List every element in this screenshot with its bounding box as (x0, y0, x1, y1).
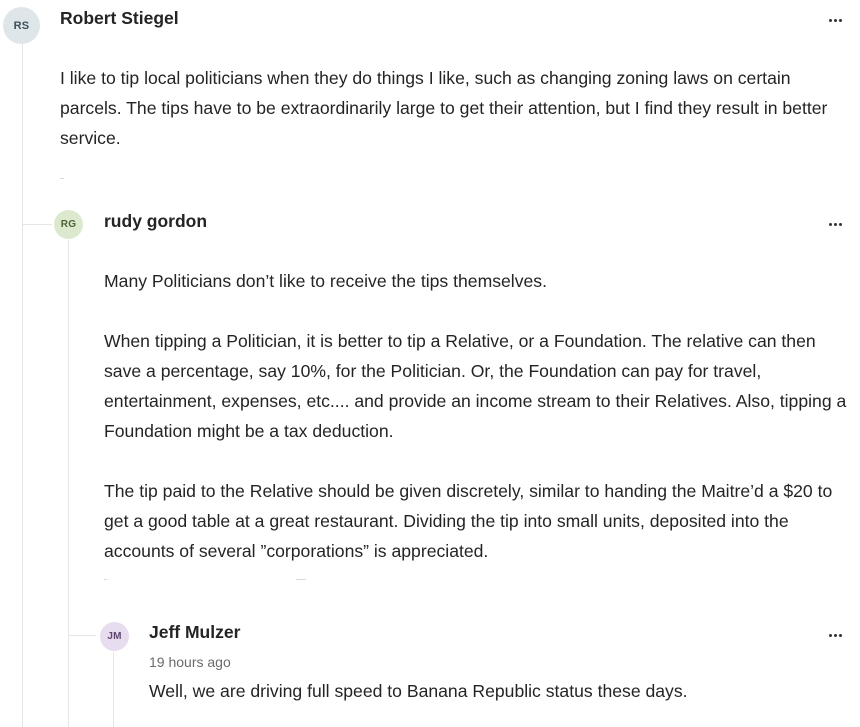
thread-line-level-3 (113, 652, 114, 727)
comment-paragraph: I like to tip local politicians when the… (60, 68, 828, 148)
comment-timestamp[interactable]: 19 hours ago (149, 654, 231, 670)
divider (60, 178, 64, 179)
more-options-icon[interactable] (824, 217, 846, 231)
comment-author[interactable]: rudy gordon (104, 211, 207, 232)
comment-body: Well, we are driving full speed to Banan… (149, 676, 849, 706)
thread-line-level-1 (22, 42, 23, 727)
divider (296, 579, 306, 580)
comment-paragraph: Well, we are driving full speed to Banan… (149, 681, 688, 701)
avatar-initials: JM (107, 631, 122, 642)
comment-author[interactable]: Robert Stiegel (60, 8, 179, 29)
avatar[interactable]: RS (3, 7, 40, 44)
thread-elbow-level-1 (22, 224, 52, 225)
comment-paragraph: When tipping a Politician, it is better … (104, 331, 847, 441)
comment-author[interactable]: Jeff Mulzer (149, 622, 240, 643)
avatar[interactable]: RG (54, 210, 83, 239)
avatar-initials: RS (13, 19, 30, 32)
more-options-icon[interactable] (824, 628, 846, 642)
more-options-icon[interactable] (824, 13, 846, 27)
comment-paragraph: The tip paid to the Relative should be g… (104, 481, 833, 561)
avatar[interactable]: JM (100, 622, 129, 651)
divider (104, 579, 107, 580)
thread-line-level-2 (68, 240, 69, 727)
thread-elbow-level-2 (68, 635, 96, 636)
comment-body: Many Politicians don’t like to receive t… (104, 266, 854, 566)
comment-body: I like to tip local politicians when the… (60, 63, 850, 153)
avatar-initials: RG (60, 219, 77, 230)
comment-paragraph: Many Politicians don’t like to receive t… (104, 271, 547, 291)
